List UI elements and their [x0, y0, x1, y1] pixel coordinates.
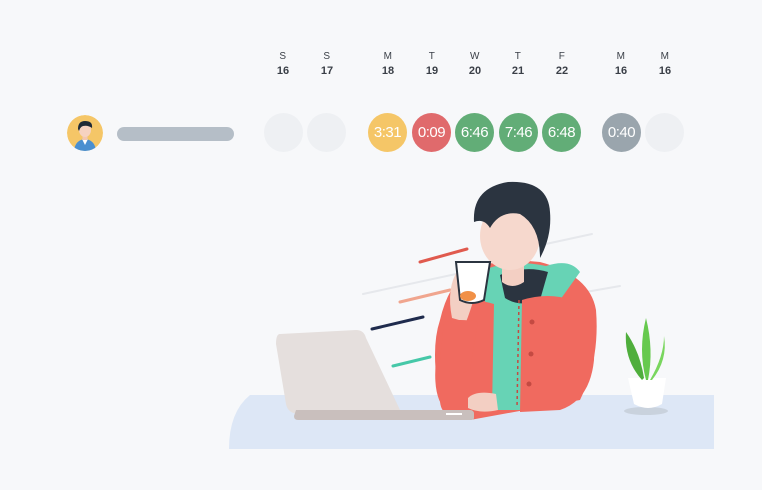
person-drinking-coffee-at-laptop-illustration	[229, 181, 714, 449]
person-figure	[435, 181, 597, 420]
